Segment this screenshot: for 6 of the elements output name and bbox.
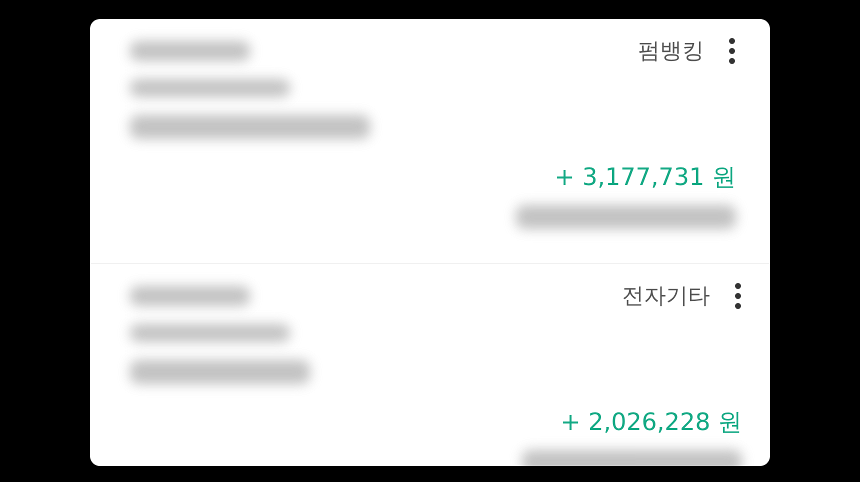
- category-label: 전자기타: [622, 286, 710, 308]
- category-label: 펌뱅킹: [638, 41, 704, 63]
- more-options-icon[interactable]: [728, 37, 736, 65]
- more-options-icon[interactable]: [734, 282, 742, 310]
- amount-text: + 3,177,731 원: [554, 165, 736, 189]
- amount-text: + 2,026,228 원: [560, 410, 742, 434]
